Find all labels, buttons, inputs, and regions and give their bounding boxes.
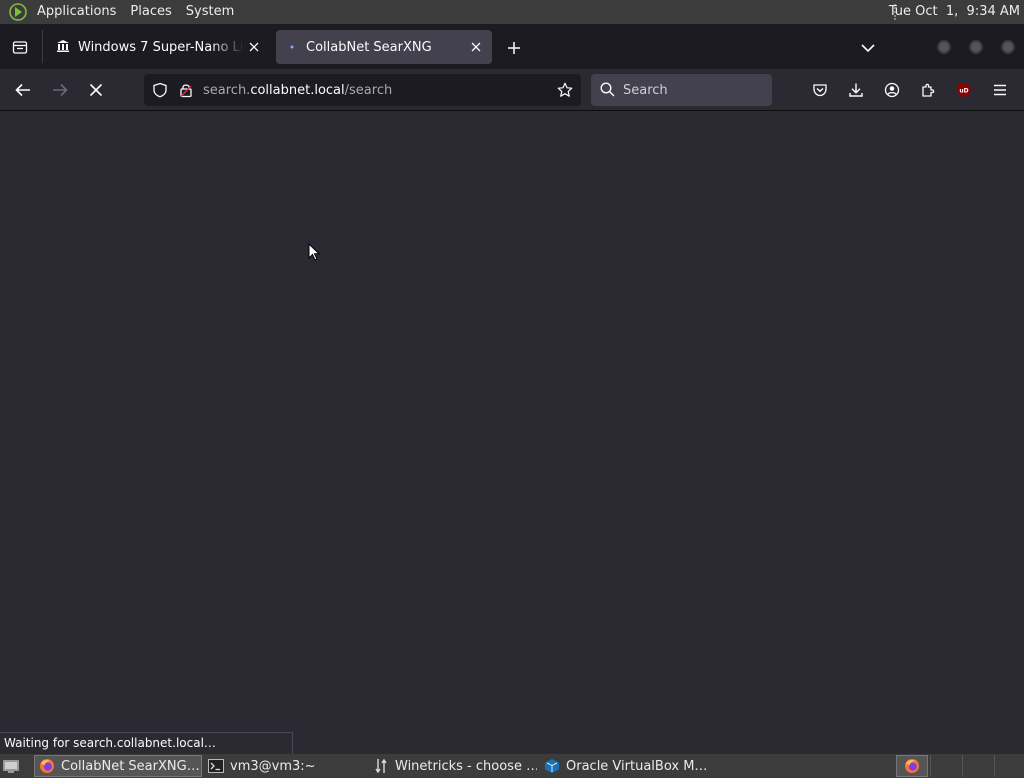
stop-x-icon — [89, 83, 103, 97]
top-panel: Applications Places System Tue Oct 1, 9:… — [0, 0, 1024, 24]
show-desktop-icon — [3, 760, 19, 773]
svg-text:uD: uD — [959, 88, 968, 95]
arrow-left-icon — [15, 83, 30, 97]
hamburger-menu-icon — [994, 84, 1006, 96]
museum-icon — [56, 39, 72, 55]
pocket-button[interactable] — [807, 78, 833, 102]
app-menu-button[interactable] — [987, 78, 1013, 102]
bookmark-star-icon[interactable] — [557, 82, 573, 98]
firefox-view-icon — [12, 41, 28, 54]
chevron-down-icon — [861, 44, 875, 53]
mouse-pointer-icon — [308, 243, 320, 261]
clock[interactable]: Tue Oct 1, 9:34 AM — [889, 0, 1020, 24]
taskbar-item-winetricks[interactable]: Winetricks - choose … — [371, 755, 537, 777]
system-menu[interactable]: System — [179, 0, 241, 24]
terminal-icon — [208, 758, 224, 774]
puzzle-icon — [922, 83, 935, 97]
maximize-window-button[interactable] — [966, 37, 986, 57]
close-tab-icon[interactable] — [466, 37, 486, 57]
window-circle-icon — [937, 40, 951, 54]
taskbar-item-label: vm3@vm3:~ — [230, 758, 316, 774]
tab-windows7[interactable]: Windows 7 Super-Nano Lite — [48, 30, 270, 64]
places-menu[interactable]: Places — [123, 0, 178, 24]
applications-menu[interactable]: Applications — [30, 0, 123, 24]
pocket-icon — [813, 84, 827, 97]
workspace-2[interactable] — [930, 755, 960, 777]
url-subdomain: search. — [203, 82, 251, 98]
list-all-tabs-button[interactable] — [856, 36, 880, 60]
downloads-button[interactable] — [843, 78, 869, 102]
taskbar-item-terminal[interactable]: vm3@vm3:~ — [204, 755, 364, 777]
plus-icon — [508, 42, 520, 54]
search-icon — [600, 82, 616, 98]
status-panel: Waiting for search.collabnet.local… — [0, 732, 293, 754]
account-icon — [884, 82, 900, 98]
bottom-taskbar: CollabNet SearXNG… vm3@vm3:~ Winetricks … — [0, 754, 1024, 778]
taskbar-item-label: Winetricks - choose … — [395, 758, 537, 774]
tab-title: Windows 7 Super-Nano Lite — [78, 39, 244, 55]
url-bar[interactable]: search. collabnet.local/search — [144, 74, 581, 106]
taskbar-item-label: CollabNet SearXNG… — [61, 758, 200, 774]
account-button[interactable] — [879, 78, 905, 102]
close-tab-icon[interactable] — [244, 37, 264, 57]
virtualbox-icon — [544, 758, 560, 774]
page-content[interactable] — [0, 111, 1024, 752]
firefox-view-button[interactable] — [8, 36, 32, 58]
extensions-button[interactable] — [915, 78, 941, 102]
search-placeholder: Search — [623, 82, 668, 98]
ublock-origin-icon: uD — [957, 83, 971, 98]
workspace-4[interactable] — [994, 755, 1022, 777]
tab-collabnet-searxng[interactable]: CollabNet SearXNG — [276, 30, 492, 64]
navigation-toolbar: search. collabnet.local/search Search uD — [0, 69, 1024, 111]
url-path: /search — [344, 82, 393, 98]
new-tab-button[interactable] — [502, 36, 526, 60]
stop-loading-button[interactable] — [83, 78, 109, 102]
download-icon — [849, 83, 863, 97]
close-window-button[interactable] — [998, 37, 1018, 57]
taskbar-item-virtualbox[interactable]: Oracle VirtualBox M… — [540, 755, 706, 777]
arrow-right-icon — [53, 83, 68, 97]
loading-dot-icon — [284, 39, 300, 55]
tab-separator — [42, 30, 43, 63]
workspace-3[interactable] — [962, 755, 992, 777]
minimize-window-button[interactable] — [934, 37, 954, 57]
winetricks-icon — [373, 758, 389, 774]
taskbar-item-firefox[interactable]: CollabNet SearXNG… — [34, 755, 202, 777]
distro-logo-icon[interactable] — [6, 0, 30, 24]
tracking-protection-shield-icon[interactable] — [152, 82, 168, 98]
firefox-icon — [905, 759, 919, 773]
firefox-icon — [39, 758, 55, 774]
ublock-origin-button[interactable]: uD — [951, 78, 977, 102]
workspace-switcher[interactable] — [896, 755, 928, 777]
insecure-lock-icon[interactable] — [178, 82, 194, 98]
taskbar-item-label: Oracle VirtualBox M… — [566, 758, 706, 774]
back-button[interactable] — [10, 78, 36, 102]
search-bar[interactable]: Search — [591, 74, 772, 106]
window-circle-icon — [969, 40, 983, 54]
window-circle-icon — [1001, 40, 1015, 54]
show-desktop-button[interactable] — [2, 755, 24, 777]
url-host: collabnet.local — [250, 82, 345, 98]
tab-title: CollabNet SearXNG — [306, 39, 432, 55]
forward-button[interactable] — [47, 78, 73, 102]
